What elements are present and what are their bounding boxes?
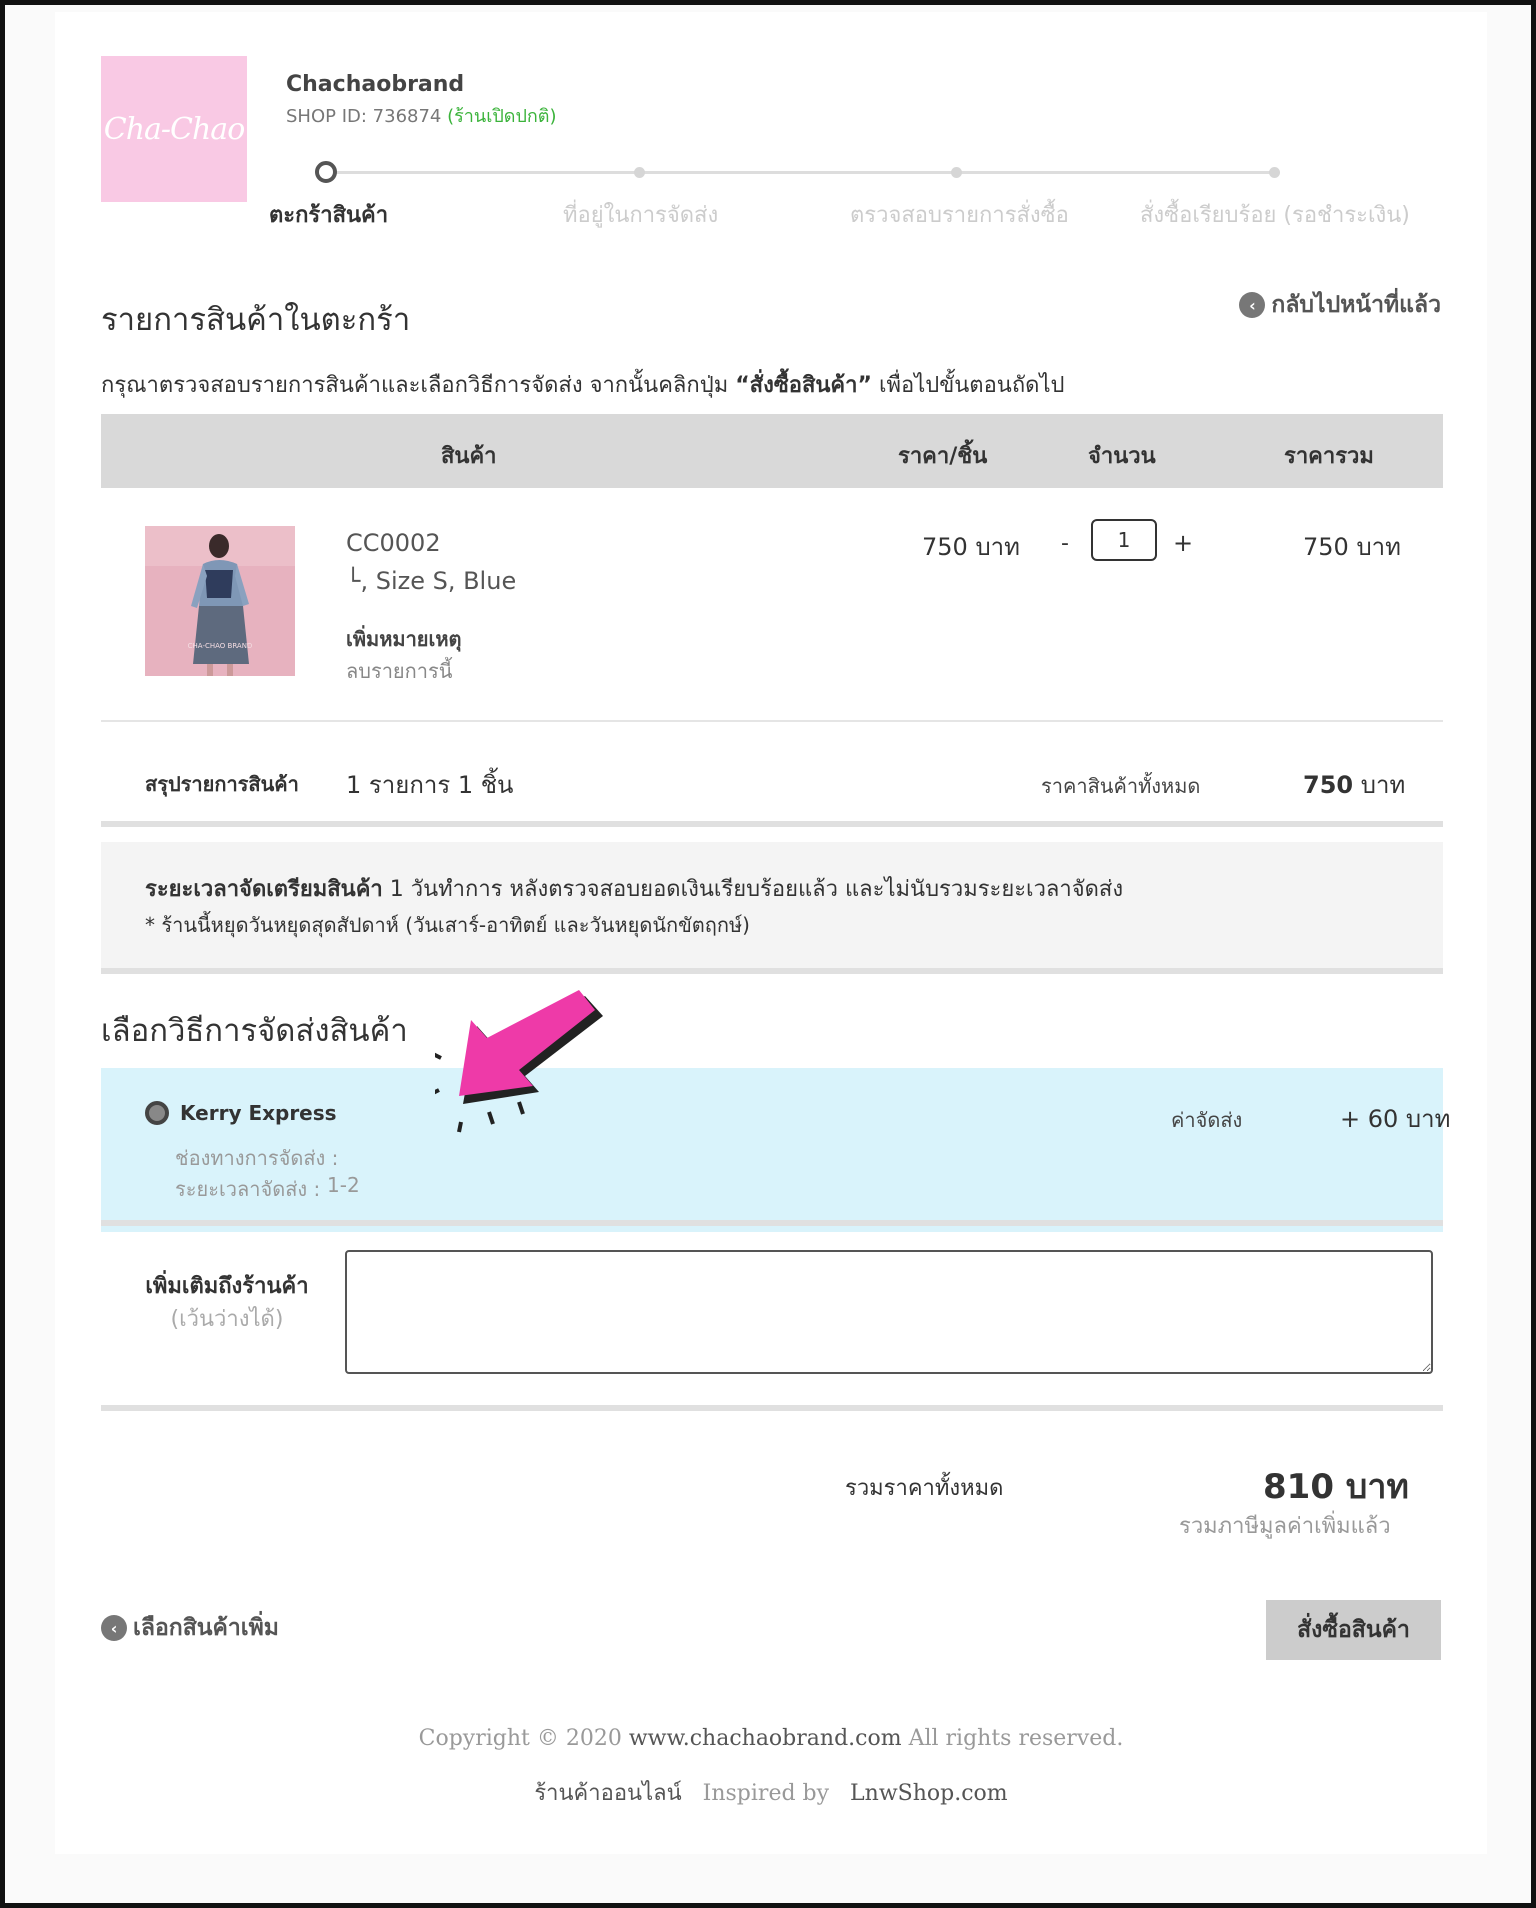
footer-inspired: Inspired by bbox=[702, 1781, 830, 1806]
step-label-done: สั่งซื้อเรียบร้อย (รอชำระเงิน) bbox=[1140, 203, 1410, 228]
shipping-channel: ช่องทางการจัดส่ง : bbox=[175, 1146, 339, 1170]
summary-count: 1 รายการ 1 ชิ้น bbox=[346, 771, 514, 799]
shipping-title: เลือกวิธีการจัดส่งสินค้า bbox=[101, 1013, 408, 1049]
vat-note: รวมภาษีมูลค่าเพิ่มแล้ว bbox=[1179, 1514, 1391, 1539]
qty-decrease-button[interactable]: - bbox=[1061, 531, 1069, 556]
divider bbox=[101, 720, 1443, 722]
summary-all-label: ราคาสินค้าทั้งหมด bbox=[1041, 774, 1201, 798]
footer-site-link[interactable]: www.chachaobrand.com bbox=[629, 1726, 902, 1751]
copyright-post: All rights reserved. bbox=[901, 1726, 1124, 1751]
step-label-review: ตรวจสอบรายการสั่งซื้อ bbox=[850, 203, 1069, 228]
instruction-post: เพื่อไปขั้นตอนถัดไป bbox=[871, 373, 1065, 398]
unit-price: 750 บาท bbox=[922, 533, 1020, 561]
back-link-label: กลับไปหน้าที่แล้ว bbox=[1271, 292, 1441, 318]
note-optional-hint: (เว้นว่างได้) bbox=[170, 1307, 284, 1332]
shop-id: SHOP ID: 736874 (ร้านเปิดปกติ) bbox=[286, 101, 557, 130]
note-textarea[interactable] bbox=[345, 1250, 1433, 1374]
product-image-caption: CHA-CHAO BRAND bbox=[188, 642, 253, 650]
instruction-text: กรุณาตรวจสอบรายการสินค้าและเลือกวิธีการจ… bbox=[101, 367, 1064, 402]
shipping-fee-label: ค่าจัดส่ง bbox=[1171, 1108, 1243, 1132]
note-label: เพิ่มเติมถึงร้านค้า bbox=[145, 1274, 309, 1299]
remove-item-link[interactable]: ลบรายการนี้ bbox=[346, 655, 452, 687]
divider-thick bbox=[101, 1220, 1443, 1226]
prep-holiday-note: * ร้านนี้หยุดวันหยุดสุดสัปดาห์ (วันเสาร์… bbox=[145, 913, 750, 937]
copyright: Copyright © 2020 www.chachaobrand.com Al… bbox=[55, 1726, 1487, 1751]
cart-table-header: สินค้า ราคา/ชิ้น จำนวน ราคารวม bbox=[101, 414, 1443, 488]
step-dot-address bbox=[634, 167, 645, 178]
step-label-address: ที่อยู่ในการจัดส่ง bbox=[563, 203, 719, 228]
summary-total: 750 บาท bbox=[1303, 765, 1405, 804]
more-products-link[interactable]: ‹ เลือกสินค้าเพิ่ม bbox=[101, 1610, 279, 1646]
prep-time-bold: ระยะเวลาจัดเตรียมสินค้า bbox=[145, 877, 383, 902]
cart-title: รายการสินค้าในตะกร้า bbox=[101, 302, 411, 338]
annotation-arrow-icon bbox=[435, 990, 603, 1133]
col-total: ราคารวม bbox=[1284, 444, 1374, 469]
step-label-cart: ตะกร้าสินค้า bbox=[269, 203, 389, 228]
chevron-left-icon: ‹ bbox=[1239, 292, 1266, 318]
footer-credits: ร้านค้าออนไลน์ Inspired by LnwShop.com bbox=[55, 1775, 1487, 1810]
summary-total-unit: บาท bbox=[1353, 771, 1406, 799]
divider-thick bbox=[101, 821, 1443, 827]
add-note-link[interactable]: เพิ่มหมายเหตุ bbox=[346, 623, 462, 655]
checkout-page: Cha-Chao Chachaobrand SHOP ID: 736874 (ร… bbox=[55, 12, 1487, 1854]
more-products-label: เลือกสินค้าเพิ่ม bbox=[133, 1615, 279, 1641]
col-unit-price: ราคา/ชิ้น bbox=[898, 444, 988, 469]
grand-total-label: รวมราคาทั้งหมด bbox=[845, 1476, 1004, 1501]
order-button[interactable]: สั่งซื้อสินค้า bbox=[1266, 1600, 1441, 1660]
shipping-fee-value: + 60 บาท bbox=[1340, 1105, 1451, 1133]
copyright-pre: Copyright © 2020 bbox=[418, 1726, 629, 1751]
shop-status: (ร้านเปิดปกติ) bbox=[447, 106, 557, 127]
shop-name[interactable]: Chachaobrand bbox=[286, 72, 464, 97]
shipping-option-kerry[interactable]: Kerry Express ช่องทางการจัดส่ง : ระยะเวล… bbox=[101, 1068, 1450, 1232]
shipping-name: Kerry Express bbox=[180, 1101, 337, 1125]
col-product: สินค้า bbox=[441, 444, 497, 469]
product-photo-illustration: CHA-CHAO BRAND bbox=[145, 526, 295, 676]
chevron-left-icon: ‹ bbox=[101, 1615, 127, 1641]
item-total: 750 บาท bbox=[1303, 533, 1401, 561]
footer-shop-label[interactable]: ร้านค้าออนไลน์ bbox=[534, 1781, 681, 1806]
prep-time-box: ระยะเวลาจัดเตรียมสินค้า 1 วันทำการ หลังต… bbox=[101, 842, 1443, 968]
divider-thick bbox=[101, 1405, 1443, 1411]
step-dot-review bbox=[951, 167, 962, 178]
product-code[interactable]: CC0002 bbox=[346, 529, 441, 557]
prep-time-text: ระยะเวลาจัดเตรียมสินค้า 1 วันทำการ หลังต… bbox=[145, 871, 1123, 906]
summary-total-value: 750 bbox=[1303, 771, 1354, 799]
footer-platform-link[interactable]: LnwShop.com bbox=[850, 1781, 1008, 1806]
shipping-radio[interactable] bbox=[145, 1101, 169, 1125]
prep-time-detail: 1 วันทำการ หลังตรวจสอบยอดเงินเรียบร้อยแล… bbox=[382, 877, 1124, 902]
step-dot-done bbox=[1269, 167, 1280, 178]
divider-thick bbox=[101, 968, 1443, 974]
qty-increase-button[interactable]: + bbox=[1173, 529, 1193, 557]
shop-id-text: SHOP ID: 736874 bbox=[286, 106, 442, 127]
instruction-pre: กรุณาตรวจสอบรายการสินค้าและเลือกวิธีการจ… bbox=[101, 373, 736, 398]
shipping-time-value: 1-2 bbox=[327, 1173, 360, 1197]
quantity-input[interactable] bbox=[1091, 519, 1157, 561]
step-dot-cart bbox=[315, 161, 337, 183]
shipping-time-label: ระยะเวลาจัดส่ง : bbox=[175, 1177, 321, 1201]
grand-total-value: 810 บาท bbox=[1263, 1467, 1409, 1507]
col-quantity: จำนวน bbox=[1088, 444, 1156, 469]
product-image[interactable]: CHA-CHAO BRAND bbox=[145, 526, 295, 676]
shop-logo-text: Cha-Chao bbox=[103, 111, 246, 147]
back-link[interactable]: ‹ กลับไปหน้าที่แล้ว bbox=[1239, 287, 1441, 323]
summary-label: สรุปรายการสินค้า bbox=[145, 772, 299, 796]
progress-line bbox=[325, 171, 1275, 174]
instruction-bold: “สั่งซื้อสินค้า” bbox=[735, 373, 872, 398]
product-variant: └, Size S, Blue bbox=[346, 567, 517, 595]
shop-logo[interactable]: Cha-Chao bbox=[101, 56, 247, 202]
